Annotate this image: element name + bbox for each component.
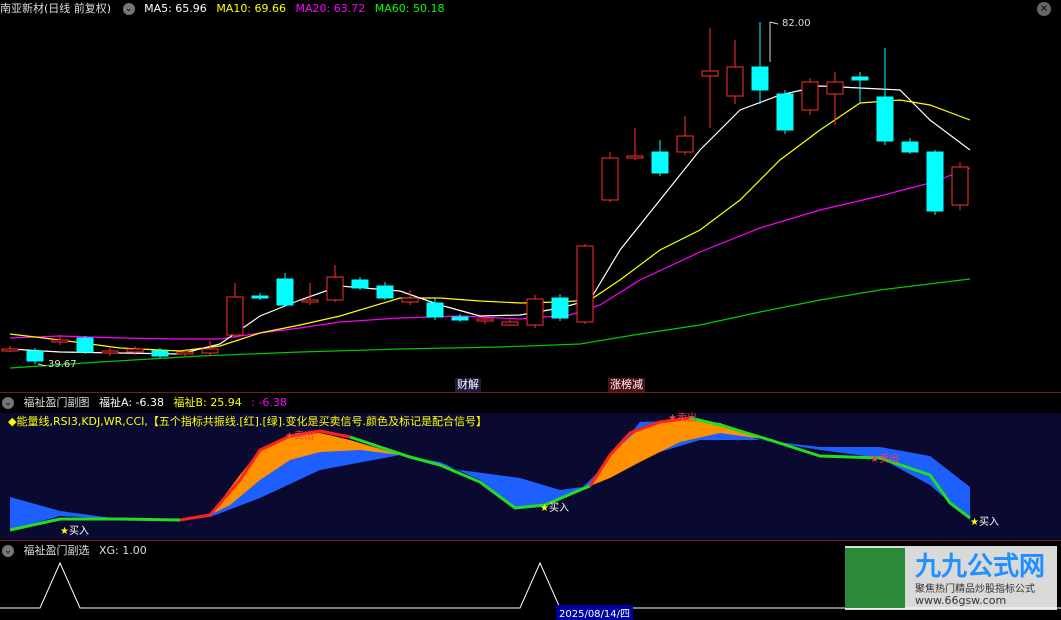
candle-body xyxy=(26,350,44,362)
fuzhi-c-readout: : -6.38 xyxy=(251,396,287,409)
candle-body xyxy=(876,96,894,142)
candle-body xyxy=(426,302,444,318)
candle-body xyxy=(676,135,694,153)
buy-signal-3: ★买入 xyxy=(970,517,999,528)
candle-body xyxy=(201,348,219,354)
candle-body xyxy=(651,151,669,174)
chevron-down-icon[interactable]: ⌄ xyxy=(2,545,14,557)
candle-body xyxy=(626,155,644,159)
sell-signal-2: ★卖出 xyxy=(668,413,697,424)
candle-body xyxy=(301,299,319,303)
buy-signal-2: ★买入 xyxy=(540,503,569,514)
brand-url: www.66gsw.com xyxy=(915,594,1007,607)
candle-body xyxy=(501,321,519,326)
fuzhi-a-readout: 福祉A: -6.38 xyxy=(99,396,164,409)
chevron-down-icon[interactable]: ⌄ xyxy=(2,397,14,409)
chart-canvas xyxy=(0,21,1061,609)
candle-body xyxy=(51,339,69,343)
sell-signal-3: ★卖出 xyxy=(870,454,899,465)
panel-divider xyxy=(0,392,1061,393)
event-tag-financial[interactable]: 财解 xyxy=(455,378,481,392)
low-price-label: 39.67 xyxy=(48,359,77,370)
candle-body xyxy=(801,81,819,111)
event-tag-rank[interactable]: 涨榜减 xyxy=(608,378,645,392)
candle-body xyxy=(476,318,494,322)
candle-body xyxy=(151,350,169,357)
candle-body xyxy=(326,276,344,301)
candle-body xyxy=(926,151,944,212)
candle-body xyxy=(776,93,794,131)
candle-body xyxy=(101,350,119,354)
brand-subtitle: 聚焦热门精品炒股指标公式 xyxy=(915,584,1035,595)
candle-body xyxy=(376,285,394,299)
sell-signal-1: ★卖出 xyxy=(285,431,314,442)
candle-body xyxy=(851,76,869,81)
candle-body xyxy=(551,297,569,319)
candle-body xyxy=(1,348,19,352)
panel3-header: ⌄ 福祉盈门副选 XG: 1.00 xyxy=(0,542,153,560)
candle-body xyxy=(901,141,919,153)
panel2-description: ◆能量线,RSI3,KDJ,WR,CCI,【五个指标共振线.[红].[绿].变化… xyxy=(8,415,488,428)
candle-body xyxy=(526,298,544,326)
panel3-title: 福祉盈门副选 xyxy=(23,544,90,557)
panel-divider xyxy=(0,540,1061,541)
ma10-line xyxy=(9,99,971,352)
candle-body xyxy=(826,81,844,95)
candle-body xyxy=(176,351,194,355)
candles xyxy=(1,22,969,364)
candle-body xyxy=(576,245,594,323)
panel2-header: ⌄ 福祉盈门副图 福祉A: -6.38 福祉B: 25.94 : -6.38 xyxy=(0,394,293,412)
candle-body xyxy=(126,348,144,353)
candle-body xyxy=(276,278,294,306)
high-price-label: 82.00 xyxy=(782,18,811,29)
buy-signal-1: ★买入 xyxy=(60,526,89,537)
ma20-line xyxy=(9,167,971,340)
candle-body xyxy=(251,295,269,299)
candle-body xyxy=(226,296,244,336)
candle-body xyxy=(451,316,469,321)
candle-body xyxy=(601,157,619,201)
candle-body xyxy=(751,66,769,91)
panel2-title: 福祉盈门副图 xyxy=(23,396,90,409)
xg-readout: XG: 1.00 xyxy=(99,544,147,557)
brand-logo-icon xyxy=(845,548,905,608)
candle-body xyxy=(951,166,969,206)
brand-watermark: 九九公式网 聚焦热门精品炒股指标公式 www.66gsw.com xyxy=(845,546,1057,610)
brand-title: 九九公式网 xyxy=(915,552,1046,582)
candle-body xyxy=(351,279,369,289)
candle-body xyxy=(401,297,419,303)
date-cursor-label: 2025/08/14/四 xyxy=(556,605,634,620)
fuzhi-b-readout: 福祉B: 25.94 xyxy=(173,396,242,409)
candle-body xyxy=(726,66,744,97)
candle-body xyxy=(701,70,719,77)
candle-body xyxy=(76,337,94,353)
